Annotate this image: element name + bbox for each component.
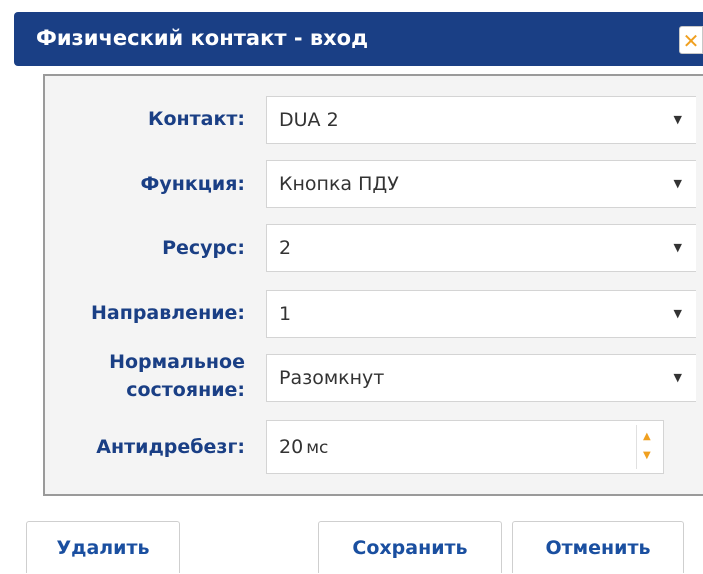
debounce-value: 20 мс <box>279 436 328 458</box>
normal-state-select[interactable]: Разомкнут ▼ <box>266 354 696 402</box>
physical-contact-dialog: Физический контакт - вход ✕ Контакт: DUA… <box>0 0 703 573</box>
cancel-button[interactable]: Отменить <box>512 521 684 573</box>
direction-label: Направление: <box>90 302 245 324</box>
chevron-up-icon[interactable]: ▲ <box>643 431 651 442</box>
function-select[interactable]: Кнопка ПДУ ▼ <box>266 160 696 208</box>
dialog-title-bar: Физический контакт - вход <box>14 12 703 66</box>
chevron-down-icon: ▼ <box>673 307 682 320</box>
debounce-number: 20 <box>279 436 304 458</box>
direction-value: 1 <box>279 303 292 325</box>
chevron-down-icon: ▼ <box>673 177 682 190</box>
contact-select[interactable]: DUA 2 ▼ <box>266 96 696 144</box>
function-label: Функция: <box>140 173 245 195</box>
resource-label: Ресурс: <box>162 237 245 259</box>
debounce-unit: мс <box>306 438 329 458</box>
delete-button[interactable]: Удалить <box>26 521 180 573</box>
normal-state-label-line2: состояние: <box>126 379 245 401</box>
debounce-spinner[interactable]: 20 мс ▲ ▼ <box>266 420 664 474</box>
debounce-label: Антидребезг: <box>96 436 245 458</box>
function-value: Кнопка ПДУ <box>279 173 399 195</box>
spinner-arrows: ▲ ▼ <box>636 425 659 469</box>
contact-label: Контакт: <box>147 108 245 130</box>
save-button[interactable]: Сохранить <box>318 521 502 573</box>
resource-select[interactable]: 2 ▼ <box>266 224 696 272</box>
chevron-down-icon: ▼ <box>673 371 682 384</box>
resource-value: 2 <box>279 237 292 259</box>
chevron-down-icon[interactable]: ▼ <box>643 450 651 461</box>
contact-value: DUA 2 <box>279 109 339 131</box>
chevron-down-icon: ▼ <box>673 241 682 254</box>
normal-state-label-line1: Нормальное <box>109 351 245 373</box>
chevron-down-icon: ▼ <box>673 113 682 126</box>
dialog-title: Физический контакт - вход <box>36 26 369 50</box>
normal-state-value: Разомкнут <box>279 367 385 389</box>
direction-select[interactable]: 1 ▼ <box>266 290 696 338</box>
close-icon[interactable]: ✕ <box>679 26 703 54</box>
